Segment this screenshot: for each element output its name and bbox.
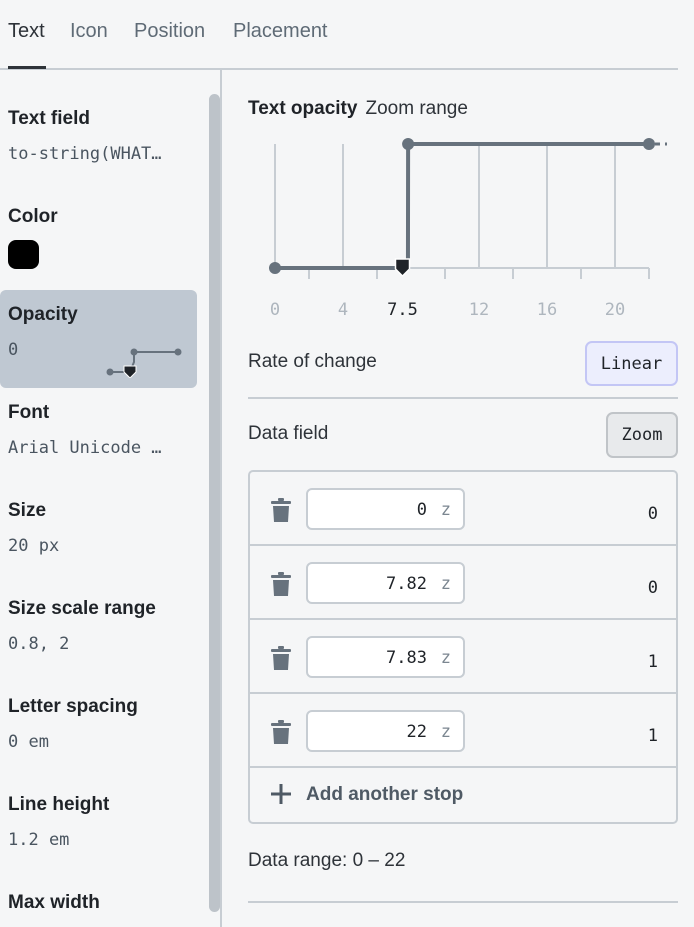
- property-max-width[interactable]: Max width: [8, 892, 198, 914]
- property-color[interactable]: Color: [8, 206, 198, 269]
- data-range-text: Data range: 0 – 22: [248, 850, 406, 871]
- stop-input-unit: z: [440, 500, 451, 520]
- x-tick-label: 12: [469, 300, 489, 320]
- zoom-range-chart[interactable]: 0 4 7.5 12 16 20: [224, 132, 694, 332]
- rate-of-change-button[interactable]: Linear: [585, 341, 678, 386]
- trash-icon[interactable]: [270, 572, 292, 596]
- stop-output-value[interactable]: 0: [648, 578, 658, 598]
- property-value: 0 em: [8, 732, 49, 752]
- stop-input-field[interactable]: 22 z: [306, 710, 465, 752]
- stop-input-field[interactable]: 0 z: [306, 488, 465, 530]
- divider: [248, 901, 678, 903]
- property-letter-spacing[interactable]: Letter spacing 0 em: [8, 696, 198, 752]
- stop-output-value[interactable]: 1: [648, 652, 658, 672]
- trash-icon[interactable]: [270, 498, 292, 522]
- property-value: 1.2 em: [8, 830, 70, 850]
- tab-icon[interactable]: Icon: [70, 20, 108, 43]
- stop-output-value[interactable]: 1: [648, 726, 658, 746]
- color-swatch[interactable]: [8, 240, 39, 269]
- stop-input-unit: z: [440, 574, 451, 594]
- data-field-label: Data field: [248, 423, 329, 444]
- stop-input-value: 0: [416, 500, 427, 520]
- current-zoom-marker: [394, 258, 411, 278]
- property-editor-panel: Text opacity Zoom range 0 4 7.5 12 16 20 Rate …: [224, 70, 694, 927]
- property-label: Color: [8, 206, 58, 227]
- series-line: [275, 142, 649, 270]
- trash-icon[interactable]: [270, 646, 292, 670]
- stop-output-value[interactable]: 0: [648, 504, 658, 524]
- stop-input-field[interactable]: 7.83 z: [306, 636, 465, 678]
- property-label: Opacity: [8, 304, 78, 325]
- stop-row: 0 z 0: [250, 472, 676, 546]
- data-field-button[interactable]: Zoom: [606, 412, 678, 458]
- tab-placement[interactable]: Placement: [233, 20, 328, 43]
- property-size-scale-range[interactable]: Size scale range 0.8, 2: [8, 598, 198, 654]
- add-stop-label: Add another stop: [306, 784, 464, 805]
- property-value: 20 px: [8, 536, 60, 556]
- x-tick-label: 0: [270, 300, 280, 320]
- property-value: 0.8, 2: [8, 634, 70, 654]
- property-size[interactable]: Size 20 px: [8, 500, 198, 556]
- stop-row: 22 z 1: [250, 694, 676, 768]
- property-text-field[interactable]: Text field to-string(WHAT…: [8, 108, 198, 164]
- data-point: [269, 262, 281, 274]
- data-point: [643, 138, 655, 150]
- property-label: Text field: [8, 108, 90, 129]
- stop-input-unit: z: [440, 648, 451, 668]
- x-tick-label: 7.5: [387, 300, 418, 320]
- tab-position[interactable]: Position: [134, 20, 205, 43]
- plus-icon: [271, 784, 291, 804]
- stops-list: 0 z 0 7.82 z 0 7.83 z 1 22 z 1 Add anoth…: [248, 470, 678, 824]
- property-label: Letter spacing: [8, 696, 138, 717]
- rate-of-change-label: Rate of change: [248, 351, 377, 372]
- chart-subtitle: Zoom range: [365, 98, 468, 119]
- property-label: Line height: [8, 794, 110, 815]
- x-tick-label: 16: [537, 300, 557, 320]
- stop-row: 7.82 z 0: [250, 546, 676, 620]
- property-value: Arial Unicode …: [8, 438, 162, 458]
- tab-bar: Text Icon Position Placement: [0, 0, 678, 70]
- stop-row: 7.83 z 1: [250, 620, 676, 694]
- data-point: [402, 138, 415, 150]
- property-opacity[interactable]: Opacity 0: [8, 304, 198, 378]
- stop-input-value: 7.83: [386, 648, 427, 668]
- active-tab-indicator: [8, 66, 46, 69]
- x-tick-label: 20: [605, 300, 625, 320]
- x-tick-label: 4: [338, 300, 348, 320]
- add-stop-button[interactable]: Add another stop: [250, 768, 676, 822]
- property-line-height[interactable]: Line height 1.2 em: [8, 794, 198, 850]
- property-label: Size scale range: [8, 598, 156, 619]
- property-sidebar: Text field to-string(WHAT… Color Opacity…: [0, 70, 222, 927]
- stop-input-value: 7.82: [386, 574, 427, 594]
- trash-icon[interactable]: [270, 720, 292, 744]
- sidebar-scrollbar[interactable]: [209, 94, 220, 912]
- step-function-icon: [106, 348, 182, 378]
- property-label: Size: [8, 500, 47, 521]
- stop-input-field[interactable]: 7.82 z: [306, 562, 465, 604]
- chart-heading: Text opacity Zoom range: [248, 98, 468, 120]
- tab-text[interactable]: Text: [8, 20, 45, 43]
- property-font[interactable]: Font Arial Unicode …: [8, 402, 198, 458]
- stop-input-value: 22: [406, 722, 427, 742]
- property-label: Font: [8, 402, 50, 423]
- divider: [248, 397, 678, 399]
- property-label: Max width: [8, 892, 100, 913]
- chart-title: Text opacity: [248, 98, 358, 119]
- property-value: to-string(WHAT…: [8, 144, 162, 164]
- stop-input-unit: z: [440, 722, 451, 742]
